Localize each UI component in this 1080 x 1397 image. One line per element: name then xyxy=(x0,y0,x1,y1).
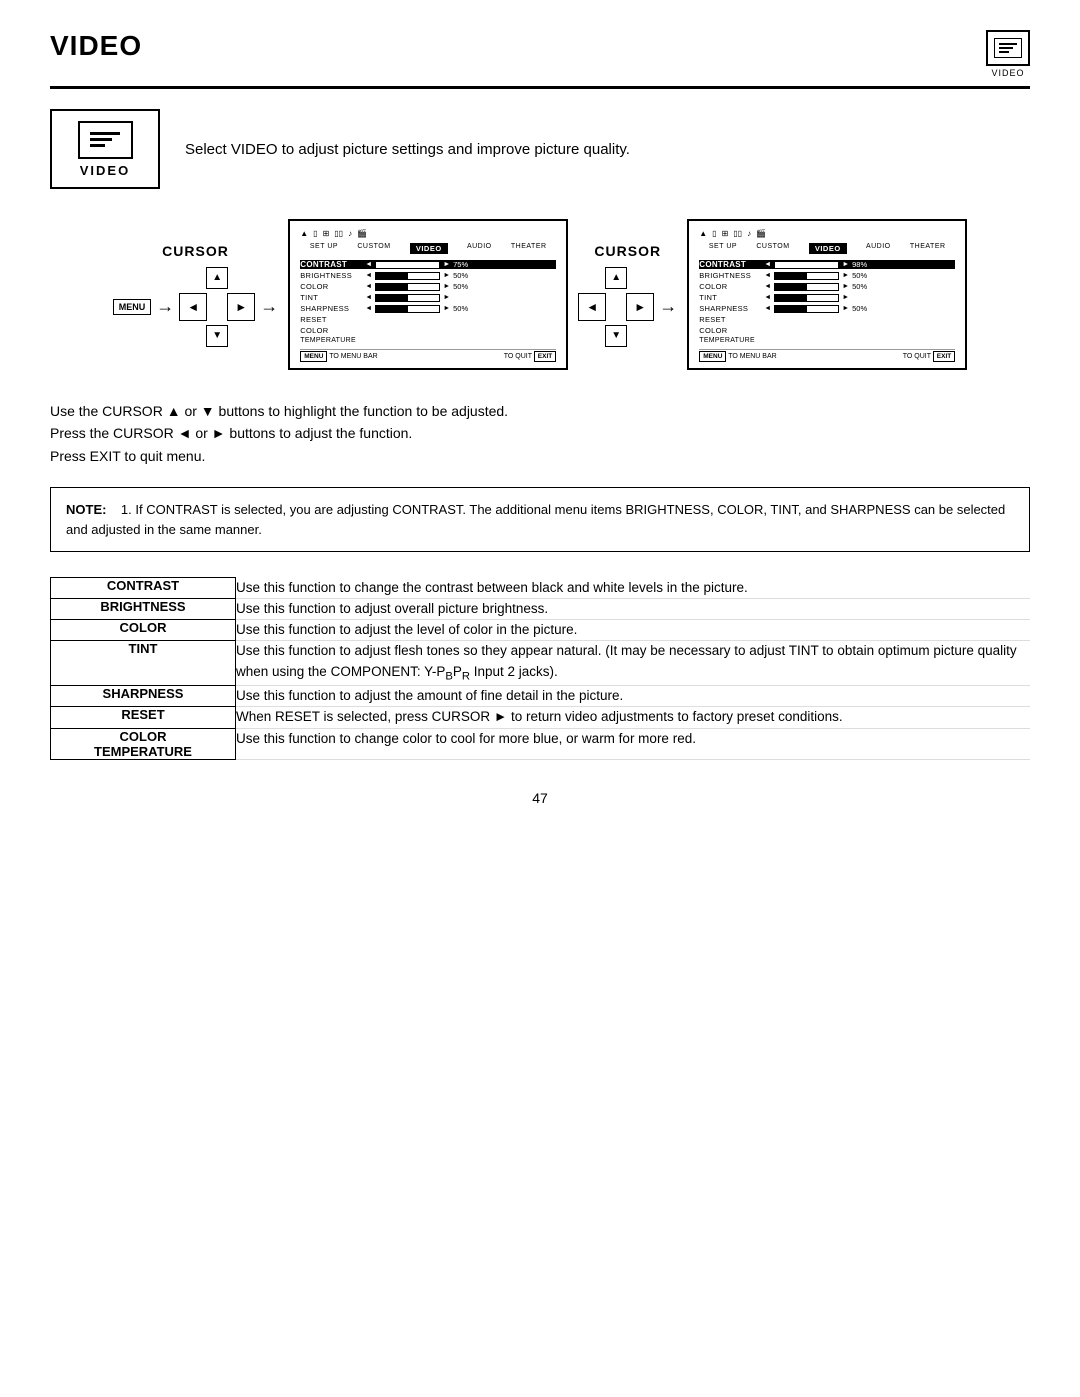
func-label-color: COLOR xyxy=(51,620,236,641)
right-cursor-section: CURSOR ▲ ◄ ► ▼ → xyxy=(578,243,677,347)
instruction-2: Press the CURSOR ◄ or ► buttons to adjus… xyxy=(50,422,1030,444)
menu-button-left[interactable]: MENU xyxy=(113,299,152,315)
menu-panel-1: ▲ ▯ ⊞ ▯▯ ♪ 🎬 SET UP CUSTOM VIDEO AUDIO T… xyxy=(288,219,568,370)
diagram-section: CURSOR MENU → ▲ ◄ ► ▼ → ▲ xyxy=(50,219,1030,370)
header-icon-label: VIDEO xyxy=(991,68,1024,78)
up-arrow-2[interactable]: ▲ xyxy=(605,267,627,289)
table-row: CONTRAST Use this function to change the… xyxy=(51,578,1031,599)
instruction-3: Press EXIT to quit menu. xyxy=(50,445,1030,467)
table-row: SHARPNESS Use this function to adjust th… xyxy=(51,686,1031,707)
intro-video-label: VIDEO xyxy=(80,163,130,178)
up-arrow[interactable]: ▲ xyxy=(206,267,228,289)
table-row: BRIGHTNESS Use this function to adjust o… xyxy=(51,598,1031,619)
note-box: NOTE: 1. If CONTRAST is selected, you ar… xyxy=(50,487,1030,552)
arrow-right-1: → xyxy=(156,296,174,317)
header-icon-area: VIDEO xyxy=(986,30,1030,78)
func-desc-color-temp: Use this function to change color to coo… xyxy=(236,728,1031,759)
right-arrow[interactable]: ► xyxy=(227,293,255,321)
func-desc-brightness: Use this function to adjust overall pict… xyxy=(236,598,1031,619)
func-label-tint: TINT xyxy=(51,641,236,686)
table-row: COLORTEMPERATURE Use this function to ch… xyxy=(51,728,1031,759)
func-desc-color: Use this function to adjust the level of… xyxy=(236,620,1031,641)
intro-section: VIDEO Select VIDEO to adjust picture set… xyxy=(50,109,1030,189)
page-number: 47 xyxy=(50,790,1030,806)
intro-text: Select VIDEO to adjust picture settings … xyxy=(185,141,630,158)
video-icon-header xyxy=(986,30,1030,66)
func-label-brightness: BRIGHTNESS xyxy=(51,598,236,619)
page-title: VIDEO xyxy=(50,30,142,62)
arrow-right-2: → xyxy=(260,296,278,317)
left-cursor-section: CURSOR MENU → ▲ ◄ ► ▼ → xyxy=(113,243,279,347)
func-label-contrast: CONTRAST xyxy=(51,578,236,599)
instruction-1: Use the CURSOR ▲ or ▼ buttons to highlig… xyxy=(50,400,1030,422)
func-label-reset: RESET xyxy=(51,707,236,728)
func-desc-tint: Use this function to adjust flesh tones … xyxy=(236,641,1031,686)
down-arrow-2[interactable]: ▼ xyxy=(605,325,627,347)
table-row: COLOR Use this function to adjust the le… xyxy=(51,620,1031,641)
left-arrow[interactable]: ◄ xyxy=(179,293,207,321)
left-cursor-label: CURSOR xyxy=(162,243,229,259)
func-label-color-temp: COLORTEMPERATURE xyxy=(51,728,236,759)
video-icon-box: VIDEO xyxy=(50,109,160,189)
right-cursor-label: CURSOR xyxy=(594,243,661,259)
left-cursor-diamond: ▲ ◄ ► ▼ xyxy=(179,267,255,347)
function-table: CONTRAST Use this function to change the… xyxy=(50,577,1030,760)
table-row: RESET When RESET is selected, press CURS… xyxy=(51,707,1031,728)
page: VIDEO VIDEO xyxy=(0,0,1080,1397)
menu-panel-2: ▲ ▯ ⊞ ▯▯ ♪ 🎬 SET UP CUSTOM VIDEO AUDIO T… xyxy=(687,219,967,370)
func-desc-reset: When RESET is selected, press CURSOR ► t… xyxy=(236,707,1031,728)
page-header: VIDEO VIDEO xyxy=(50,30,1030,89)
func-desc-contrast: Use this function to change the contrast… xyxy=(236,578,1031,599)
instructions: Use the CURSOR ▲ or ▼ buttons to highlig… xyxy=(50,400,1030,467)
down-arrow[interactable]: ▼ xyxy=(206,325,228,347)
func-label-sharpness: SHARPNESS xyxy=(51,686,236,707)
note-label: NOTE: xyxy=(66,502,117,517)
table-row: TINT Use this function to adjust flesh t… xyxy=(51,641,1031,686)
func-desc-sharpness: Use this function to adjust the amount o… xyxy=(236,686,1031,707)
right-arrow-2[interactable]: ► xyxy=(626,293,654,321)
left-arrow-2[interactable]: ◄ xyxy=(578,293,606,321)
note-text: 1. If CONTRAST is selected, you are adju… xyxy=(66,502,1005,537)
arrow-right-3: → xyxy=(659,296,677,317)
right-cursor-diamond: ▲ ◄ ► ▼ xyxy=(578,267,654,347)
